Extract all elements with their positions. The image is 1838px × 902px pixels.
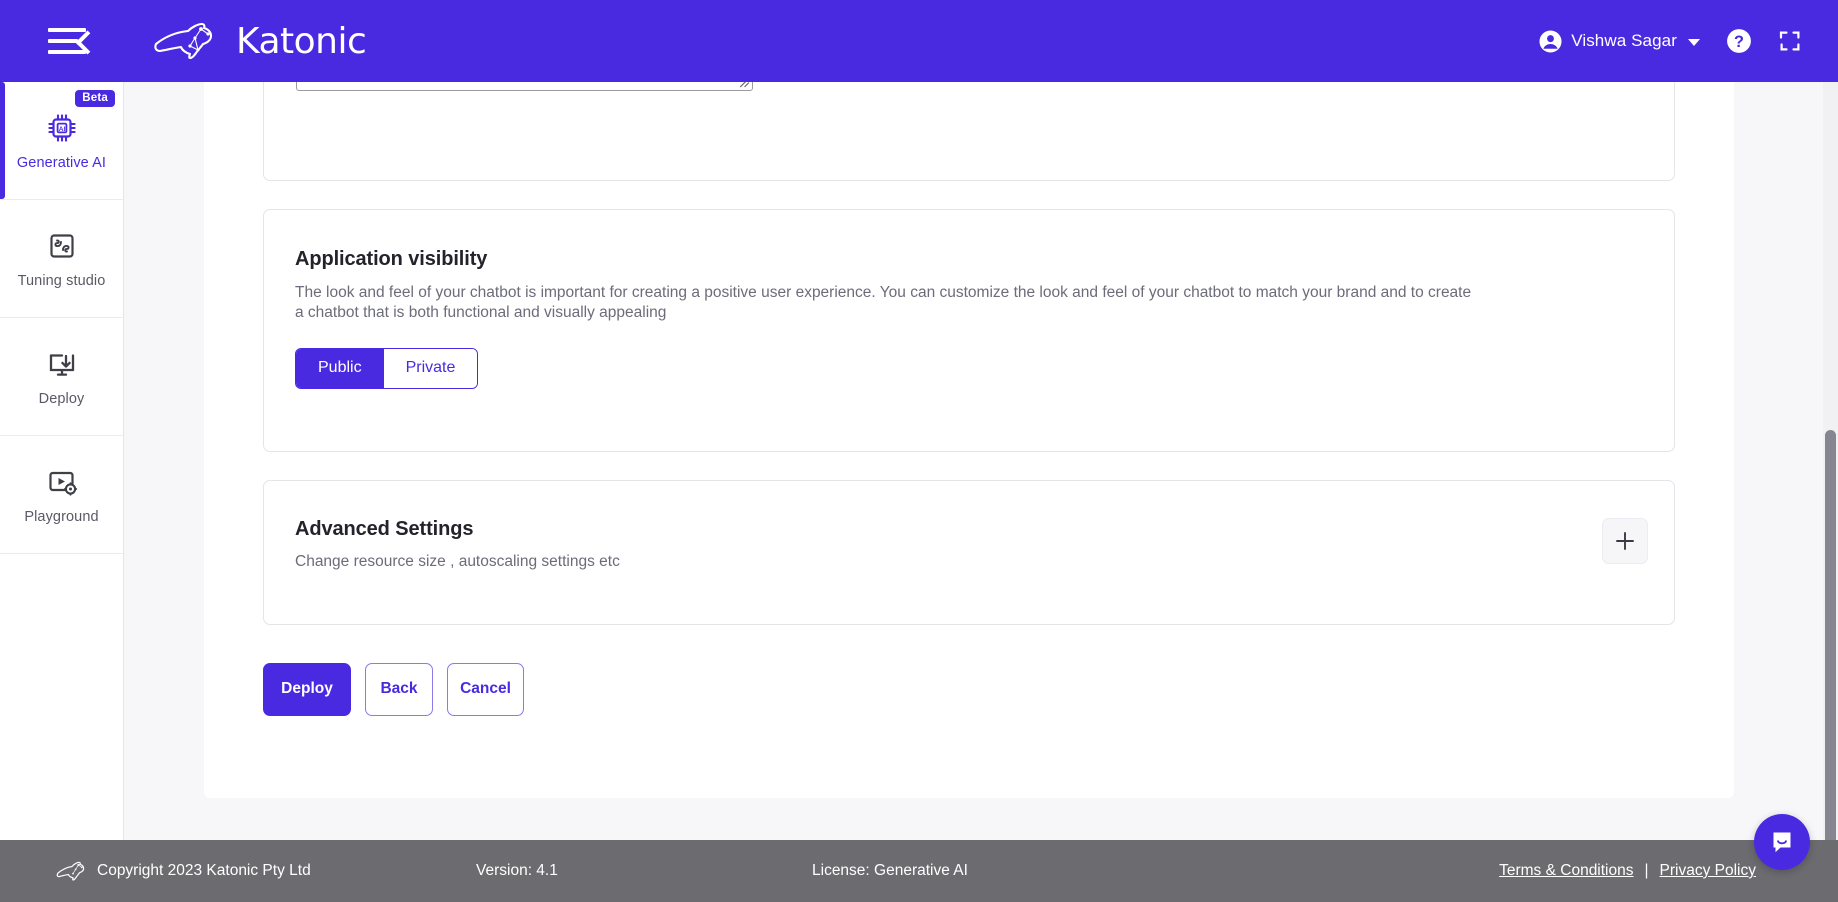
video-settings-icon: [48, 471, 77, 496]
header-actions: Vishwa Sagar ?: [1539, 28, 1802, 54]
footer-copyright-text: Copyright 2023 Katonic Pty Ltd: [97, 862, 311, 879]
advanced-settings-text: Advanced Settings Change resource size ,…: [295, 514, 620, 571]
kangaroo-logo-icon: [154, 22, 213, 60]
puzzle-icon: [49, 234, 74, 258]
advanced-settings-description: Change resource size , autoscaling setti…: [295, 552, 620, 570]
sidebar-nav: Beta AI Generative AI Tuning studio Depl…: [0, 82, 124, 876]
svg-text:?: ?: [1734, 33, 1744, 51]
advanced-settings-panel: Advanced Settings Change resource size ,…: [263, 479, 1675, 625]
app-header: Katonic Vishwa Sagar ?: [0, 0, 1838, 82]
hamburger-bar: [48, 39, 78, 43]
user-menu[interactable]: Vishwa Sagar: [1539, 29, 1700, 53]
app-footer: Copyright 2023 Katonic Pty Ltd Version: …: [0, 840, 1838, 902]
help-circle-icon[interactable]: ?: [1726, 28, 1752, 54]
sidebar-item-playground[interactable]: Playground: [0, 436, 123, 554]
advanced-settings-expand-button[interactable]: [1602, 517, 1648, 564]
page-scrollbar-thumb[interactable]: [1825, 430, 1836, 876]
cancel-button[interactable]: Cancel: [447, 662, 524, 716]
plus-icon: [1616, 531, 1634, 550]
deploy-form-card: Application visibility The look and feel…: [204, 82, 1734, 798]
ai-chip-icon: AI: [47, 114, 76, 142]
svg-text:AI: AI: [58, 126, 65, 133]
kangaroo-logo-icon: [56, 861, 85, 881]
visibility-toggle-group: Public Private: [295, 347, 479, 389]
chat-bubble-smile-icon: [1773, 832, 1791, 853]
terms-and-conditions-link[interactable]: Terms & Conditions: [1499, 862, 1633, 880]
back-button[interactable]: Back: [365, 662, 433, 716]
main-content-scroll: Application visibility The look and feel…: [124, 82, 1838, 876]
application-visibility-title: Application visibility: [295, 248, 488, 270]
privacy-policy-link[interactable]: Privacy Policy: [1660, 862, 1756, 880]
brand-logo-link[interactable]: Katonic: [152, 20, 367, 62]
sidebar-item-label: Playground: [24, 509, 99, 525]
sidebar-item-label: Generative AI: [16, 155, 107, 171]
sidebar-item-label: Deploy: [38, 391, 85, 407]
chat-support-button[interactable]: [1754, 814, 1810, 870]
form-action-buttons: Deploy Back Cancel: [263, 662, 1734, 716]
application-visibility-panel: Application visibility The look and feel…: [263, 209, 1675, 452]
hamburger-collapse-icon[interactable]: [48, 24, 90, 58]
footer-version-text: Version: 4.1: [476, 862, 558, 879]
hamburger-bar: [48, 50, 86, 54]
beta-badge: Beta: [75, 90, 115, 107]
brand-name: Katonic: [236, 20, 367, 62]
footer-license-text: License: Generative AI: [812, 862, 968, 879]
sidebar-item-generative-ai[interactable]: Beta AI Generative AI: [0, 82, 123, 200]
user-name-label: Vishwa Sagar: [1571, 31, 1677, 50]
footer-copyright-group: Copyright 2023 Katonic Pty Ltd: [56, 860, 476, 882]
hamburger-bar: [48, 28, 86, 32]
sidebar-item-deploy[interactable]: Deploy: [0, 318, 123, 436]
visibility-option-private[interactable]: Private: [383, 348, 478, 388]
footer-link-separator: |: [1644, 862, 1649, 879]
sidebar-item-tuning-studio[interactable]: Tuning studio: [0, 200, 123, 318]
application-visibility-description: The look and feel of your chatbot is imp…: [295, 284, 1472, 321]
sidebar-item-label: Tuning studio: [17, 273, 106, 289]
chevron-down-icon: [1688, 38, 1700, 46]
deploy-button[interactable]: Deploy: [263, 662, 351, 716]
previous-section-panel-partial: [263, 82, 1675, 181]
resize-handle-icon[interactable]: [737, 82, 750, 88]
visibility-option-public[interactable]: Public: [296, 348, 384, 388]
footer-links: Terms & Conditions | Privacy Policy: [1499, 862, 1756, 880]
fullscreen-expand-icon[interactable]: [1778, 29, 1802, 53]
description-textarea[interactable]: [296, 82, 753, 91]
app-root: Katonic Vishwa Sagar ? Beta AI Generativ…: [0, 0, 1838, 902]
advanced-settings-title: Advanced Settings: [295, 517, 474, 540]
page-scrollbar-track[interactable]: [1823, 82, 1838, 876]
user-avatar-icon: [1539, 29, 1562, 53]
monitor-download-icon: [49, 354, 74, 376]
